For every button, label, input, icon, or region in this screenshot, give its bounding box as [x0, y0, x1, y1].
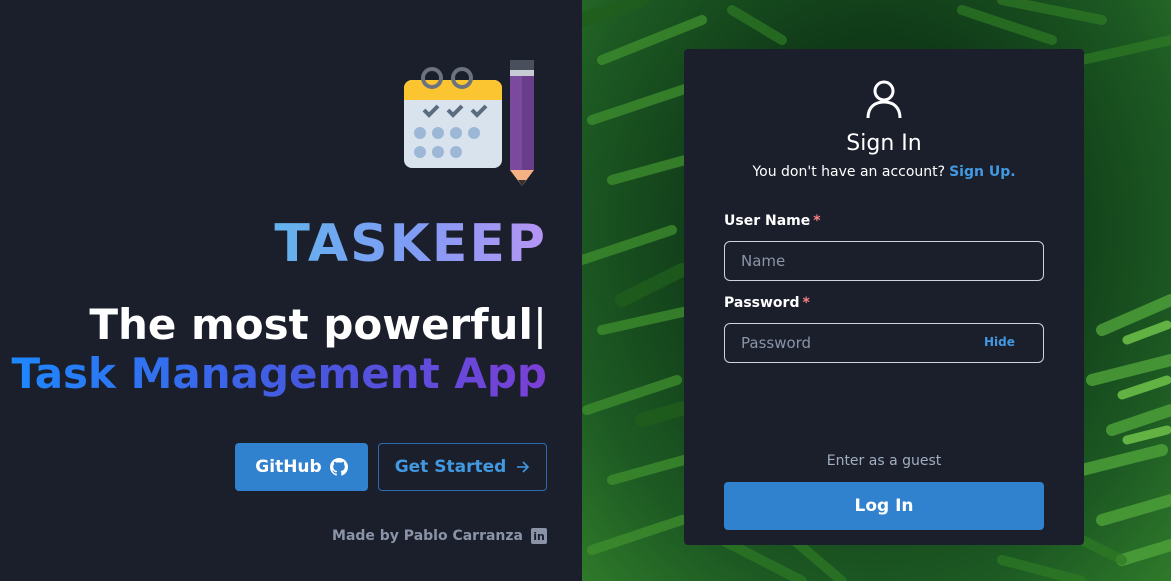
sign-in-title: Sign In [846, 131, 922, 156]
login-card: Sign In You don't have an account? Sign U… [684, 49, 1084, 545]
typing-caret: | [532, 300, 547, 349]
required-mark: * [813, 213, 821, 229]
get-started-button[interactable]: Get Started [378, 443, 547, 491]
password-label: Password * [724, 295, 810, 311]
github-button-label: GitHub [255, 457, 322, 477]
sign-up-link[interactable]: Sign Up. [949, 164, 1015, 180]
username-label: User Name * [724, 213, 821, 229]
username-label-text: User Name [724, 213, 811, 229]
required-mark: * [802, 295, 810, 311]
hero-panel: TASKEEP The most powerful| Task Manageme… [0, 0, 582, 581]
no-account-text: You don't have an account? [752, 164, 946, 180]
user-icon [866, 80, 902, 119]
linkedin-icon[interactable]: in [531, 528, 547, 544]
password-label-text: Password [724, 295, 800, 311]
github-icon [329, 458, 348, 476]
arrow-right-icon [517, 461, 530, 473]
brand-title: TASKEEP [274, 214, 547, 274]
tagline: The most powerful| Task Management App [11, 300, 547, 398]
credits: Made by Pablo Carranza in [332, 528, 547, 544]
signup-prompt: You don't have an account? Sign Up. [684, 164, 1084, 180]
login-button[interactable]: Log In [724, 482, 1044, 530]
calendar-pencil-icon [404, 60, 534, 186]
tagline-line-1: The most powerful [89, 300, 533, 349]
hide-password-button[interactable]: Hide [984, 335, 1015, 349]
username-input[interactable] [724, 241, 1044, 281]
credits-text: Made by Pablo Carranza [332, 528, 523, 544]
get-started-label: Get Started [394, 457, 507, 477]
guest-link[interactable]: Enter as a guest [684, 453, 1084, 469]
github-button[interactable]: GitHub [235, 443, 368, 491]
tagline-line-2: Task Management App [11, 349, 547, 398]
